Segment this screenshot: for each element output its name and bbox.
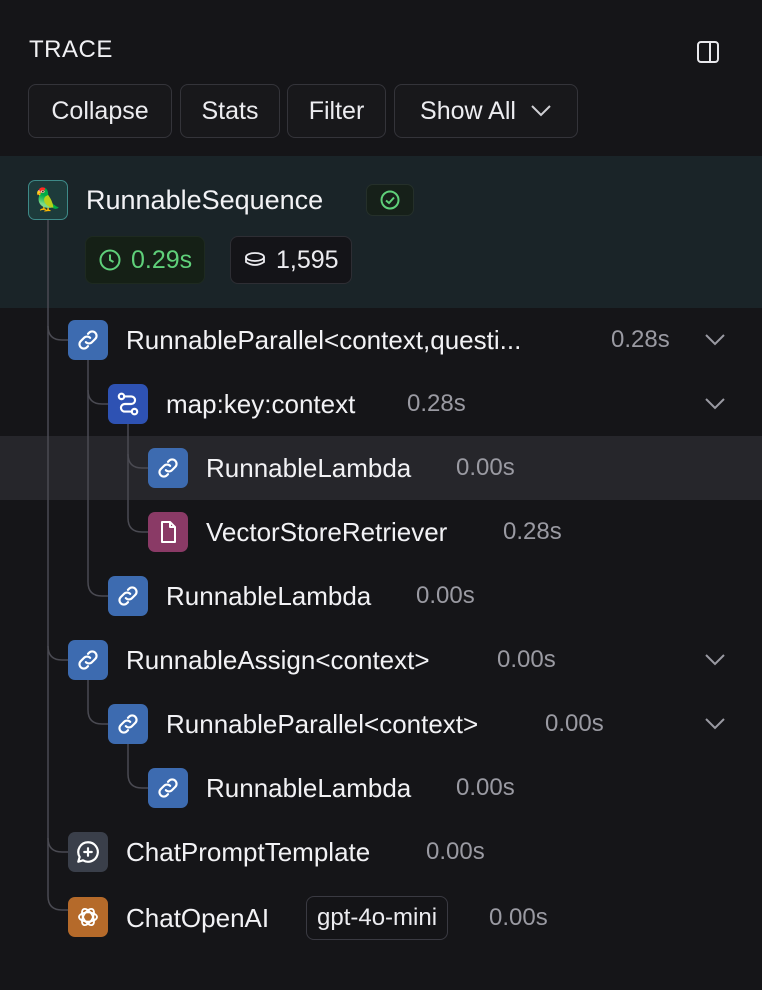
run-duration: 0.00s	[416, 582, 475, 609]
openai-icon	[68, 897, 108, 937]
model-name: gpt-4o-mini	[317, 904, 438, 931]
root-emoji: 🦜	[34, 187, 62, 212]
tree-connector-lines	[47, 220, 148, 911]
document-icon	[148, 512, 188, 552]
run-duration: 0.00s	[497, 646, 556, 673]
coins-icon	[245, 252, 265, 266]
link-icon	[108, 704, 148, 744]
run-name[interactable]: RunnableAssign<context>	[126, 645, 430, 675]
run-name[interactable]: RunnableLambda	[166, 581, 371, 611]
run-name[interactable]: RunnableParallel<context>	[166, 709, 478, 739]
run-name[interactable]: RunnableParallel<context,questi...	[126, 325, 521, 355]
chevron-down-icon[interactable]	[703, 328, 727, 352]
chevron-down-icon[interactable]	[703, 648, 727, 672]
run-name[interactable]: VectorStoreRetriever	[206, 517, 447, 547]
chevron-down-icon[interactable]	[703, 392, 727, 416]
run-duration: 0.00s	[456, 774, 515, 801]
run-name[interactable]: RunnableLambda	[206, 773, 411, 803]
run-name[interactable]: ChatOpenAI	[126, 903, 269, 933]
run-duration: 0.00s	[489, 904, 548, 931]
token-count-value: 1,595	[276, 245, 339, 274]
link-icon	[148, 448, 188, 488]
link-icon	[108, 576, 148, 616]
token-count-badge: 1,595	[230, 236, 352, 284]
run-duration: 0.28s	[503, 518, 562, 545]
run-duration: 0.28s	[611, 326, 670, 353]
chevron-down-icon[interactable]	[703, 712, 727, 736]
run-duration: 0.00s	[456, 454, 515, 481]
run-duration: 0.28s	[407, 390, 466, 417]
run-name[interactable]: ChatPromptTemplate	[126, 837, 370, 867]
model-badge: gpt-4o-mini	[306, 896, 449, 940]
run-duration: 0.00s	[545, 710, 604, 737]
parrot-emoji-icon: 🦜	[28, 180, 68, 220]
root-run-name: RunnableSequence	[86, 185, 324, 215]
check-circle-icon	[380, 190, 400, 210]
latency-value: 0.29s	[131, 245, 193, 274]
clock-icon	[99, 249, 121, 271]
run-name[interactable]: map:key:context	[166, 389, 355, 419]
run-duration: 0.00s	[426, 838, 485, 865]
status-badge	[366, 184, 414, 216]
link-icon	[148, 768, 188, 808]
link-icon	[68, 640, 108, 680]
map-route-icon	[108, 384, 148, 424]
chat-plus-icon	[68, 832, 108, 872]
latency-badge: 0.29s	[85, 236, 206, 284]
link-icon	[68, 320, 108, 360]
run-name[interactable]: RunnableLambda	[206, 453, 411, 483]
